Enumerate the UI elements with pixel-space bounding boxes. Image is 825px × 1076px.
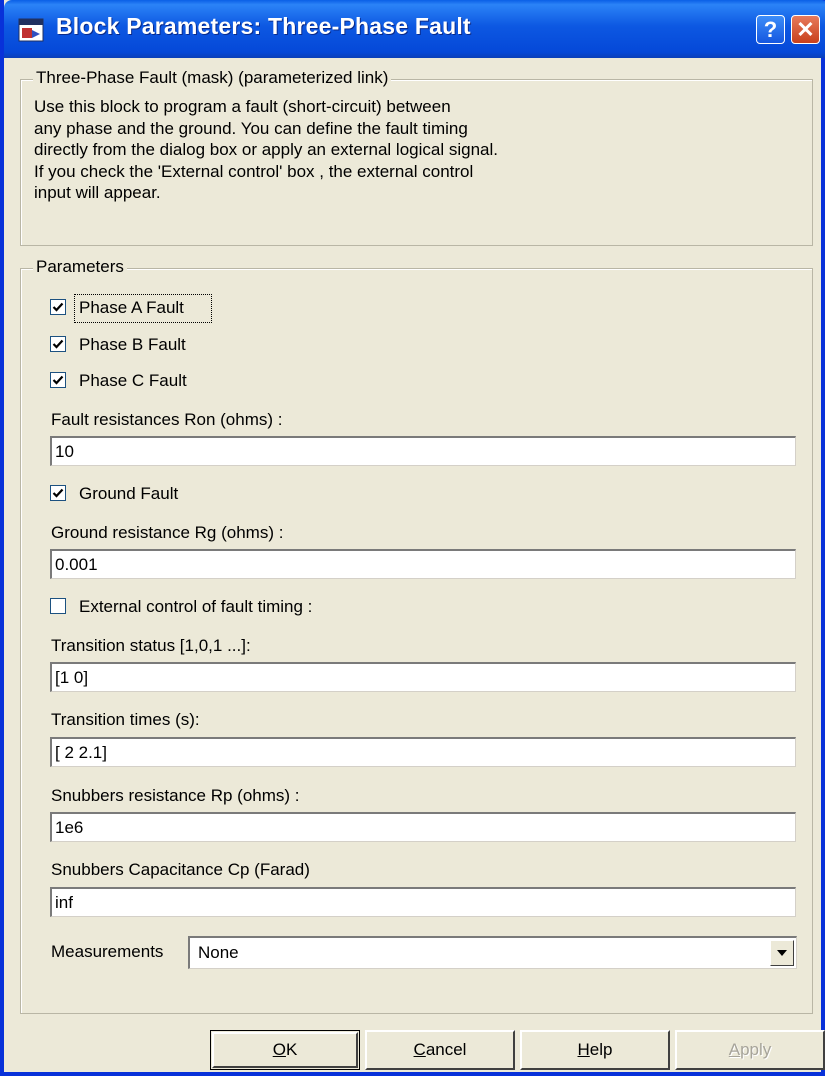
description-line: directly from the dialog box or apply an… bbox=[34, 140, 498, 159]
fault-resistance-label: Fault resistances Ron (ohms) : bbox=[51, 410, 283, 429]
checkmark-icon bbox=[52, 375, 64, 385]
ground-resistance-field[interactable] bbox=[50, 549, 796, 579]
phase-c-checkbox[interactable] bbox=[50, 372, 66, 388]
fault-resistance-field[interactable] bbox=[50, 436, 796, 466]
ground-fault-label[interactable]: Ground Fault bbox=[79, 484, 178, 504]
transition-status-label: Transition status [1,0,1 ...]: bbox=[51, 636, 251, 655]
help-icon[interactable]: ? bbox=[756, 15, 785, 44]
checkmark-icon bbox=[52, 339, 64, 349]
window-title: Block Parameters: Three-Phase Fault bbox=[56, 13, 471, 39]
ground-resistance-label: Ground resistance Rg (ohms) : bbox=[51, 523, 284, 542]
simulink-block-icon bbox=[18, 18, 44, 42]
snubber-resistance-label: Snubbers resistance Rp (ohms) : bbox=[51, 786, 300, 805]
phase-b-checkbox[interactable] bbox=[50, 336, 66, 352]
parameters-legend: Parameters bbox=[33, 257, 127, 277]
close-icon[interactable]: ✕ bbox=[791, 15, 820, 44]
measurements-value: None bbox=[198, 943, 239, 962]
apply-button[interactable]: Apply bbox=[675, 1030, 825, 1070]
transition-status-field[interactable] bbox=[50, 662, 796, 692]
transition-times-field[interactable] bbox=[50, 737, 796, 767]
title-bar[interactable]: Block Parameters: Three-Phase Fault ? ✕ bbox=[4, 0, 825, 58]
description-legend: Three-Phase Fault (mask) (parameterized … bbox=[33, 68, 392, 88]
checkmark-icon bbox=[52, 488, 64, 498]
description-line: input will appear. bbox=[34, 183, 161, 202]
external-control-label[interactable]: External control of fault timing : bbox=[79, 597, 312, 617]
phase-b-label[interactable]: Phase B Fault bbox=[79, 335, 186, 355]
ground-fault-checkbox[interactable] bbox=[50, 485, 66, 501]
ok-button[interactable]: OK bbox=[210, 1030, 360, 1070]
dialog-window: Block Parameters: Three-Phase Fault ? ✕ … bbox=[0, 0, 825, 1076]
block-description: Use this block to program a fault (short… bbox=[34, 96, 594, 204]
checkmark-icon bbox=[52, 302, 64, 312]
apply-label: pply bbox=[740, 1040, 772, 1059]
description-line: If you check the 'External control' box … bbox=[34, 161, 474, 181]
measurements-label: Measurements bbox=[51, 942, 164, 961]
snubber-capacitance-label: Snubbers Capacitance Cp (Farad) bbox=[51, 860, 310, 879]
external-control-checkbox[interactable] bbox=[50, 598, 66, 614]
ok-button-face: OK bbox=[212, 1032, 358, 1068]
description-line: Use this block to program a fault (short… bbox=[34, 97, 451, 116]
phase-a-label[interactable]: Phase A Fault bbox=[79, 298, 184, 318]
cancel-label: ancel bbox=[425, 1040, 467, 1059]
phase-a-checkbox[interactable] bbox=[50, 299, 66, 315]
ok-label: K bbox=[285, 1040, 298, 1059]
help-mnemonic: H bbox=[577, 1040, 590, 1059]
cancel-button[interactable]: Cancel bbox=[365, 1030, 515, 1070]
dropdown-arrow-icon[interactable] bbox=[770, 940, 794, 966]
help-label: elp bbox=[589, 1040, 613, 1059]
help-button[interactable]: Help bbox=[520, 1030, 670, 1070]
description-line: any phase and the ground. You can define… bbox=[34, 118, 468, 138]
snubber-resistance-field[interactable] bbox=[50, 812, 796, 842]
transition-times-label: Transition times (s): bbox=[51, 710, 200, 729]
ok-mnemonic: O bbox=[272, 1040, 286, 1059]
cancel-mnemonic: C bbox=[413, 1040, 426, 1059]
snubber-capacitance-field[interactable] bbox=[50, 887, 796, 917]
phase-c-label[interactable]: Phase C Fault bbox=[79, 371, 187, 391]
measurements-select[interactable]: None bbox=[188, 936, 797, 969]
apply-mnemonic: A bbox=[728, 1040, 741, 1059]
